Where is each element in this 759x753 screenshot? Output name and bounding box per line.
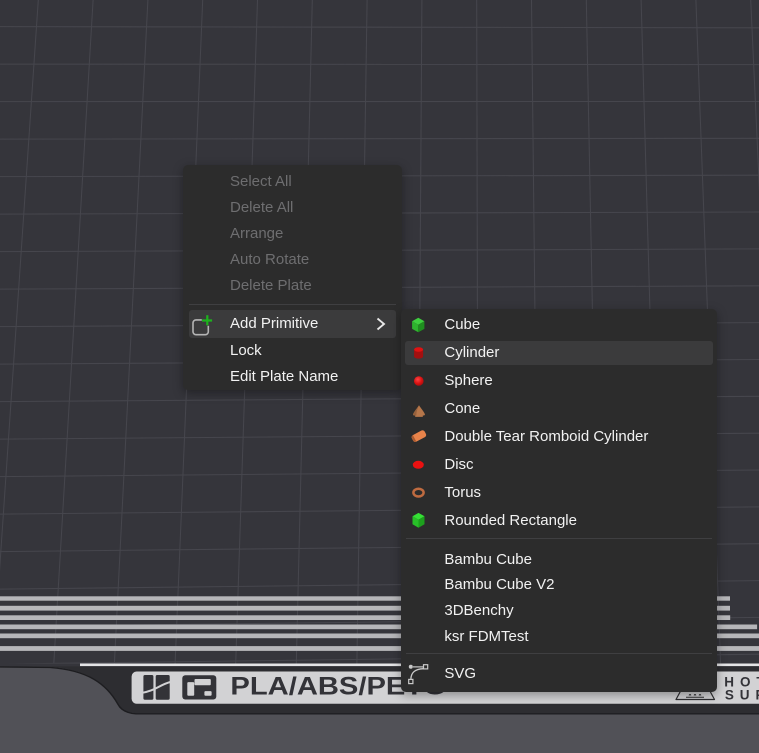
svg-text:SUR: SUR: [725, 687, 759, 702]
